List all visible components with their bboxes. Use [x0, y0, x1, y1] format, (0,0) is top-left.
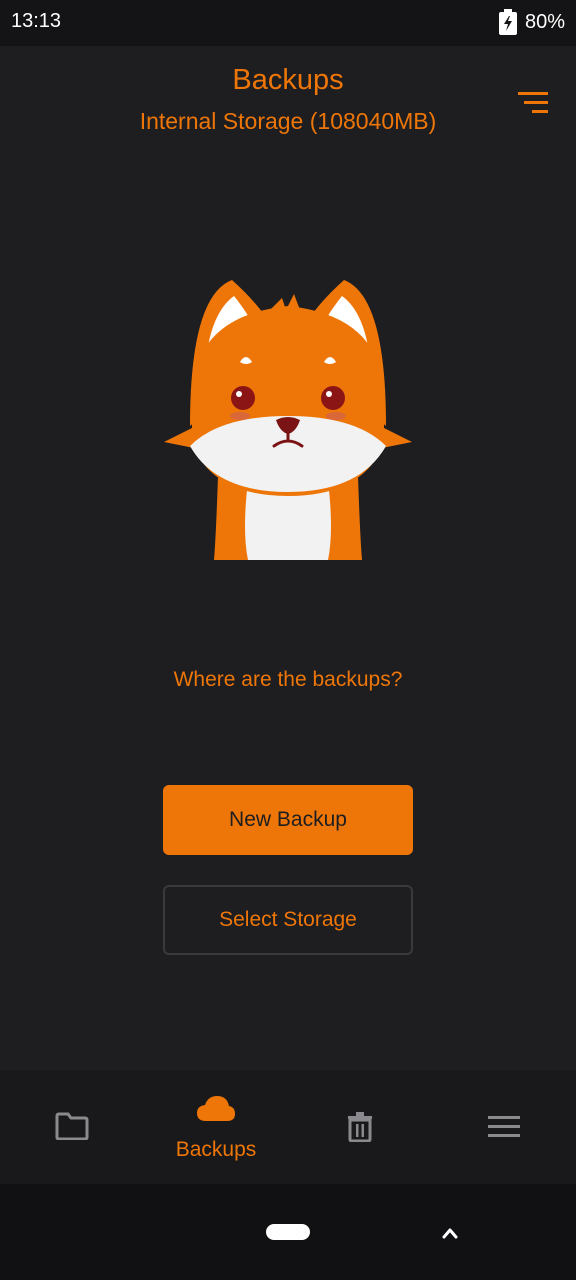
system-navigation-bar	[0, 1184, 576, 1280]
nav-item-more[interactable]	[432, 1070, 576, 1184]
folder-icon	[55, 1112, 89, 1140]
status-bar: 13:13 80%	[0, 0, 576, 46]
cloud-icon	[197, 1096, 235, 1121]
sort-filter-icon[interactable]	[514, 86, 554, 120]
home-pill[interactable]	[266, 1224, 310, 1240]
app-bar: Backups Internal Storage (108040MB)	[0, 46, 576, 146]
status-right: 80%	[497, 9, 565, 35]
page-title: Backups	[232, 64, 344, 96]
empty-state-message: Where are the backups?	[173, 668, 403, 691]
nav-item-files[interactable]	[0, 1070, 144, 1184]
select-storage-button[interactable]: Select Storage	[163, 885, 413, 955]
battery-charging-icon	[498, 9, 517, 35]
new-backup-button[interactable]: New Backup	[163, 785, 413, 855]
battery-percent: 80%	[524, 10, 565, 33]
trash-icon	[348, 1112, 372, 1142]
sad-fox-illustration	[164, 280, 412, 560]
menu-icon	[488, 1116, 520, 1137]
nav-item-trash[interactable]	[288, 1070, 432, 1184]
storage-subtitle[interactable]: Internal Storage (108040MB)	[0, 108, 576, 135]
chevron-up-icon[interactable]	[441, 1226, 459, 1240]
status-time: 13:13	[11, 10, 62, 32]
nav-label-backups: Backups	[175, 1138, 257, 1161]
bottom-navigation: Backups	[0, 1070, 576, 1184]
nav-item-backups[interactable]: Backups	[144, 1070, 288, 1184]
